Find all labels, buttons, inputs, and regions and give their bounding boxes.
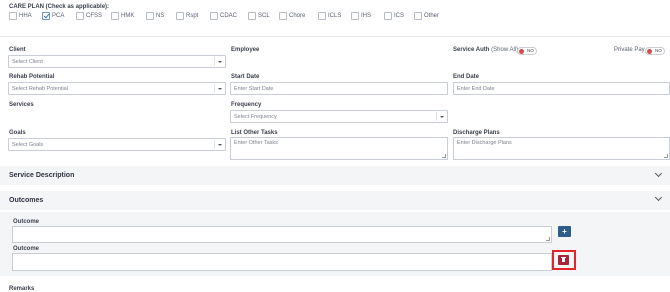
resize-grip-icon[interactable]	[442, 154, 446, 158]
checkbox-label-cdac: CDAC	[220, 13, 238, 19]
end-date-input[interactable]: Enter End Date	[453, 82, 670, 95]
checkbox-pca[interactable]	[42, 12, 50, 20]
private-pay-toggle-text: NO	[655, 48, 662, 53]
client-select-value: Select Client	[12, 59, 43, 65]
checkbox-label-scl: SCL	[258, 13, 270, 19]
rehab-select-value: Select Rehab Potential	[12, 86, 68, 92]
checkbox-label-hha: HHA	[19, 13, 32, 19]
checkbox-scl[interactable]	[248, 12, 256, 20]
service-auth-label: Service Auth (Show All)	[453, 47, 518, 53]
outcome-textarea-1[interactable]	[12, 226, 552, 243]
checkbox-hmk[interactable]	[111, 12, 119, 20]
chevron-down-icon	[214, 84, 223, 93]
frequency-select[interactable]: Select Frequency	[230, 110, 448, 123]
service-auth-show-all[interactable]: (Show All)	[491, 47, 518, 53]
checkbox-label-pca: PCA	[52, 13, 65, 19]
delete-outcome-button[interactable]	[558, 255, 569, 265]
add-outcome-button[interactable]: +	[558, 226, 571, 237]
outcome-label-1: Outcome	[13, 219, 40, 225]
end-date-label: End Date	[453, 74, 480, 80]
chevron-down-icon	[214, 140, 223, 149]
resize-grip-icon[interactable]	[664, 154, 668, 158]
private-pay-label: Private Pay	[614, 47, 645, 53]
service-auth-text: Service Auth	[453, 47, 490, 53]
care-plan-title: CARE PLAN (Check as applicable):	[9, 4, 110, 10]
rehab-select[interactable]: Select Rehab Potential	[8, 82, 226, 95]
service-description-section[interactable]: Service Description	[0, 166, 670, 185]
checkbox-label-other: Other	[424, 13, 440, 19]
goals-select[interactable]: Select Goals	[8, 138, 226, 151]
start-date-input[interactable]: Enter Start Date	[230, 82, 448, 95]
service-auth-toggle[interactable]: NO	[517, 47, 537, 55]
chevron-down-icon	[436, 112, 445, 121]
service-auth-toggle-text: NO	[527, 48, 534, 53]
checkbox-ihs[interactable]	[351, 12, 359, 20]
outcomes-section[interactable]: Outcomes	[0, 191, 670, 210]
client-select[interactable]: Select Client	[8, 55, 226, 68]
checkbox-label-hmk: HMK	[121, 13, 135, 19]
other-tasks-label: List Other Tasks	[231, 130, 278, 136]
outcome-textarea-2[interactable]	[12, 253, 552, 271]
checkbox-ics[interactable]	[384, 12, 392, 20]
checkbox-label-rspt: Rspt	[186, 13, 199, 19]
other-tasks-textarea[interactable]: Enter Other Tasks	[230, 137, 448, 160]
goals-select-value: Select Goals	[12, 142, 44, 148]
services-label: Services	[9, 102, 34, 108]
chevron-down-icon	[214, 57, 223, 66]
checkbox-label-ns: NS	[156, 13, 165, 19]
checkbox-icls[interactable]	[318, 12, 326, 20]
frequency-label: Frequency	[231, 102, 262, 108]
remarks-label: Remarks	[9, 286, 35, 292]
checkbox-label-ihs: IHS	[361, 13, 372, 19]
frequency-select-value: Select Frequency	[234, 114, 277, 120]
outcomes-title: Outcomes	[9, 197, 44, 204]
checkbox-label-chore: Chore	[289, 13, 306, 19]
delete-outcome-highlight	[552, 250, 576, 270]
toggle-knob	[647, 49, 652, 54]
employee-label: Employee	[231, 47, 260, 53]
divider	[0, 36, 670, 37]
checkbox-hha[interactable]	[9, 12, 17, 20]
chevron-down-icon[interactable]	[654, 193, 663, 202]
chevron-down-icon[interactable]	[654, 169, 663, 178]
checkbox-label-ics: ICS	[394, 13, 405, 19]
checkbox-label-icls: ICLS	[328, 13, 342, 19]
start-date-label: Start Date	[231, 74, 260, 80]
checkbox-cdac[interactable]	[210, 12, 218, 20]
outcome-label-2: Outcome	[13, 246, 40, 252]
trash-icon	[561, 257, 566, 262]
goals-label: Goals	[9, 130, 26, 136]
discharge-plans-label: Discharge Plans	[453, 130, 500, 136]
toggle-knob	[519, 49, 524, 54]
checkbox-cfss[interactable]	[76, 12, 84, 20]
checkbox-label-cfss: CFSS	[86, 13, 103, 19]
client-label: Client	[9, 47, 26, 53]
checkbox-chore[interactable]	[279, 12, 287, 20]
discharge-plans-placeholder: Enter Discharge Plans	[457, 140, 512, 146]
discharge-plans-textarea[interactable]: Enter Discharge Plans	[453, 137, 670, 160]
other-tasks-placeholder: Enter Other Tasks	[234, 140, 278, 146]
service-description-title: Service Description	[9, 172, 75, 179]
private-pay-toggle[interactable]: NO	[645, 47, 665, 55]
checkbox-other[interactable]	[414, 12, 422, 20]
checkbox-rspt[interactable]	[176, 12, 184, 20]
resize-grip-icon[interactable]	[546, 237, 550, 241]
checkbox-ns[interactable]	[146, 12, 154, 20]
rehab-label: Rehab Potential	[9, 74, 55, 80]
